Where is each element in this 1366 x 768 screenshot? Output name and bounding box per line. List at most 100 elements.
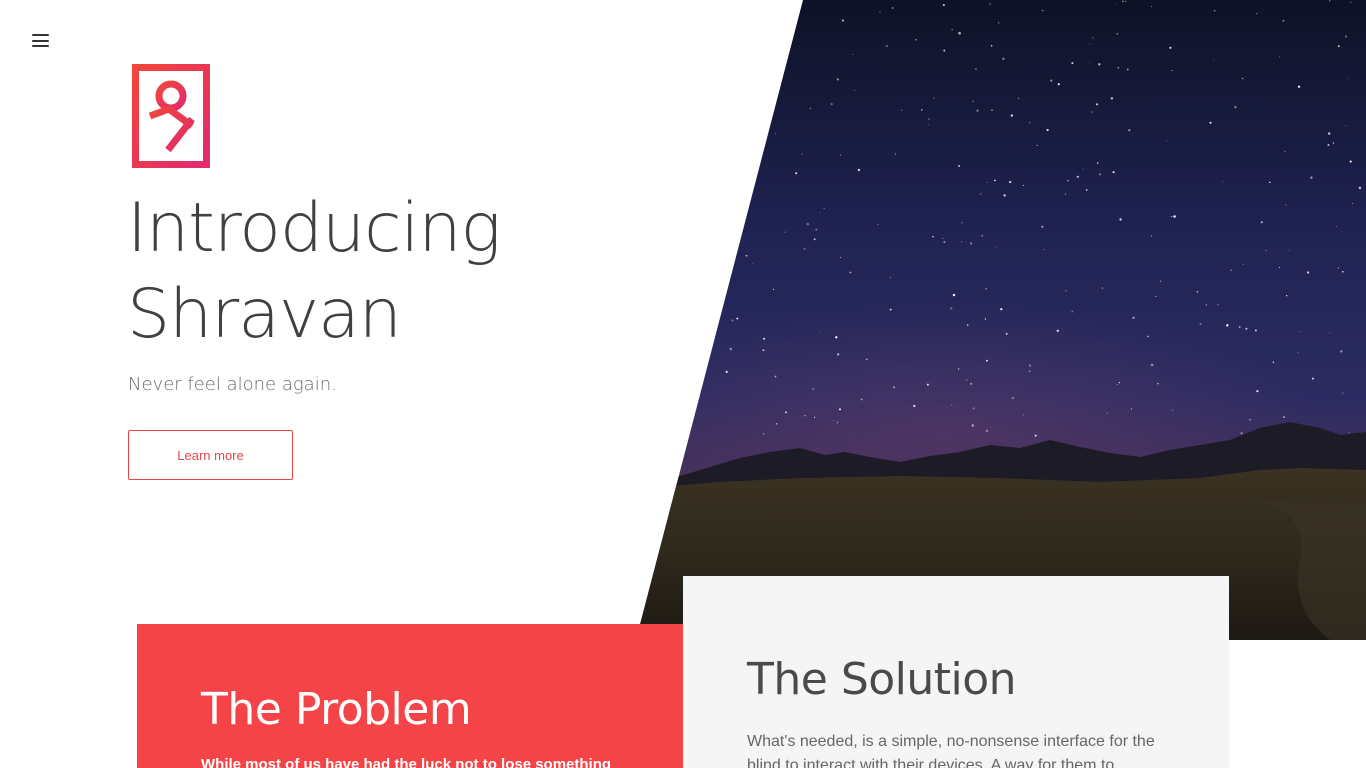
star bbox=[972, 100, 974, 102]
star bbox=[1288, 249, 1290, 251]
star bbox=[1147, 335, 1149, 338]
star bbox=[836, 421, 839, 424]
star bbox=[1209, 121, 1212, 124]
star bbox=[1234, 105, 1237, 109]
star bbox=[1329, 0, 1331, 2]
star bbox=[717, 217, 719, 220]
star bbox=[852, 53, 854, 55]
star bbox=[641, 429, 644, 432]
star bbox=[1128, 129, 1131, 132]
star bbox=[737, 167, 740, 170]
star bbox=[991, 109, 993, 112]
star bbox=[1050, 79, 1053, 82]
star bbox=[950, 307, 953, 310]
star bbox=[943, 49, 946, 52]
star bbox=[1116, 384, 1118, 386]
star bbox=[981, 234, 984, 237]
star bbox=[854, 89, 856, 91]
shravan-logo-icon bbox=[132, 64, 210, 168]
star bbox=[979, 193, 982, 195]
star bbox=[676, 161, 679, 164]
star bbox=[885, 45, 888, 48]
star bbox=[839, 408, 841, 411]
star bbox=[889, 308, 892, 311]
star bbox=[830, 103, 833, 106]
star bbox=[1057, 83, 1060, 86]
star bbox=[952, 293, 956, 297]
star bbox=[803, 247, 806, 250]
star bbox=[1101, 287, 1103, 289]
star bbox=[747, 73, 749, 75]
star bbox=[1171, 69, 1173, 72]
star bbox=[763, 337, 766, 340]
star bbox=[1009, 180, 1012, 184]
star bbox=[670, 345, 673, 348]
star bbox=[1282, 19, 1285, 22]
star bbox=[1311, 377, 1314, 380]
star bbox=[1230, 269, 1233, 272]
star bbox=[1279, 56, 1280, 58]
star bbox=[1155, 296, 1157, 297]
star bbox=[1217, 304, 1219, 306]
solution-title: The Solution bbox=[747, 654, 1017, 705]
star bbox=[815, 228, 818, 231]
star bbox=[1344, 35, 1348, 38]
star bbox=[1114, 2, 1116, 4]
star bbox=[970, 382, 973, 385]
star bbox=[772, 288, 775, 290]
star bbox=[1034, 434, 1037, 437]
star bbox=[1041, 9, 1044, 12]
learn-more-button[interactable]: Learn more bbox=[128, 430, 293, 480]
star bbox=[1245, 327, 1248, 330]
star bbox=[1122, 0, 1124, 3]
star bbox=[1242, 263, 1244, 265]
star bbox=[1337, 267, 1339, 269]
star bbox=[1157, 382, 1159, 385]
star bbox=[1118, 381, 1121, 384]
star bbox=[893, 386, 896, 389]
problem-section: The Problem While most of us have had th… bbox=[137, 624, 683, 768]
star bbox=[819, 212, 821, 213]
star bbox=[1169, 46, 1172, 49]
star bbox=[975, 68, 977, 70]
star bbox=[725, 82, 727, 85]
star bbox=[804, 414, 806, 417]
star bbox=[1130, 408, 1132, 410]
star bbox=[774, 375, 777, 378]
star bbox=[1196, 290, 1199, 293]
star bbox=[860, 398, 863, 401]
star bbox=[1285, 203, 1287, 206]
star bbox=[1283, 416, 1285, 418]
star bbox=[731, 319, 734, 322]
star bbox=[1112, 171, 1115, 174]
star bbox=[713, 198, 717, 201]
star bbox=[1337, 45, 1340, 47]
star bbox=[1329, 332, 1331, 334]
star bbox=[1351, 202, 1353, 204]
star bbox=[734, 78, 738, 81]
star bbox=[1056, 329, 1060, 333]
star bbox=[1022, 414, 1024, 416]
star bbox=[1238, 326, 1241, 328]
star bbox=[865, 358, 868, 361]
star bbox=[933, 97, 935, 99]
star bbox=[1299, 330, 1301, 332]
star bbox=[1350, 1, 1352, 3]
star bbox=[736, 4, 739, 7]
star bbox=[776, 423, 778, 425]
star bbox=[691, 97, 693, 99]
star bbox=[951, 404, 953, 406]
star bbox=[958, 31, 961, 35]
star bbox=[680, 112, 683, 114]
star bbox=[965, 379, 968, 381]
star bbox=[726, 194, 729, 197]
problem-text: While most of us have had the luck not t… bbox=[201, 756, 612, 768]
star bbox=[1089, 62, 1091, 64]
star bbox=[1171, 215, 1173, 218]
menu-button[interactable] bbox=[32, 34, 49, 47]
star bbox=[943, 241, 946, 244]
star bbox=[921, 109, 923, 111]
star bbox=[1003, 194, 1006, 197]
star bbox=[812, 388, 815, 390]
star bbox=[984, 318, 987, 320]
